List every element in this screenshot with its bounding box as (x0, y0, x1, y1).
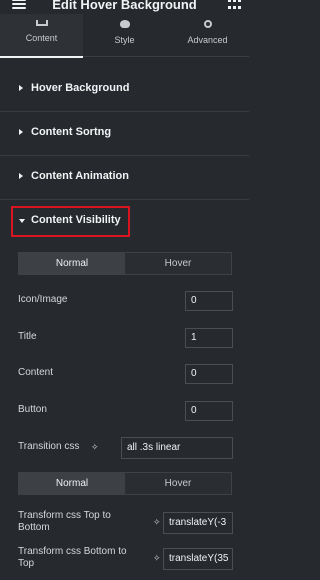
section-content-sorting[interactable]: Content Sortng (0, 112, 249, 156)
caret-right-icon (19, 129, 23, 135)
content-number-input[interactable]: 0 (185, 364, 233, 384)
field-label: Title (18, 331, 37, 342)
field-label: Transform css Top to Bottom (18, 510, 111, 533)
section-label: Content Sortng (31, 126, 112, 138)
field-label: Transform css Bottom to Top (18, 546, 127, 569)
title-number-input[interactable]: 1 (185, 328, 233, 348)
transition-css-input[interactable]: all .3s linear (121, 437, 233, 459)
normal-hover-toggle: Normal Hover (18, 252, 232, 275)
dynamic-tags-icon[interactable]: ✧ (153, 518, 161, 527)
toggle-normal[interactable]: Normal (19, 253, 125, 274)
half-circle-icon (119, 20, 130, 28)
transform-bottom-input[interactable]: translateY(35 (163, 548, 233, 570)
tab-content-label: Content (25, 33, 58, 43)
panel-title: Edit Hover Background (52, 0, 197, 12)
icon-image-number-input[interactable]: 0 (185, 291, 233, 311)
pencil-icon (35, 20, 48, 26)
caret-down-icon (19, 219, 25, 223)
tab-advanced-label: Advanced (187, 35, 228, 45)
grid-apps-icon[interactable] (228, 0, 241, 11)
editor-tabs: Content Style Advanced (0, 14, 249, 58)
section-hover-background[interactable]: Hover Background (0, 68, 249, 112)
caret-right-icon (19, 85, 23, 91)
caret-right-icon (19, 173, 23, 179)
toggle-normal[interactable]: Normal (19, 473, 125, 494)
field-label: Button (18, 404, 47, 415)
gear-icon (203, 20, 213, 28)
transform-top-input[interactable]: translateY(-3 (163, 512, 233, 534)
field-label: Transition css (18, 441, 80, 452)
tab-style[interactable]: Style (83, 14, 166, 56)
dynamic-tags-icon[interactable]: ✧ (91, 443, 99, 452)
tab-content[interactable]: Content (0, 14, 83, 58)
button-number-input[interactable]: 0 (185, 401, 233, 421)
panel-header: Edit Hover Background (0, 0, 249, 14)
section-label: Hover Background (31, 82, 130, 94)
toggle-hover[interactable]: Hover (125, 473, 231, 494)
dynamic-tags-icon[interactable]: ✧ (153, 554, 161, 563)
section-label: Content Animation (31, 170, 129, 182)
normal-hover-toggle-2: Normal Hover (18, 472, 232, 495)
toggle-hover[interactable]: Hover (125, 253, 231, 274)
field-label: Content (18, 367, 54, 378)
tab-advanced[interactable]: Advanced (166, 14, 249, 56)
field-label: Icon/Image (18, 294, 68, 305)
section-content-animation[interactable]: Content Animation (0, 156, 249, 200)
tab-style-label: Style (114, 35, 135, 45)
section-content-visibility[interactable]: Content Visibility (31, 214, 121, 226)
